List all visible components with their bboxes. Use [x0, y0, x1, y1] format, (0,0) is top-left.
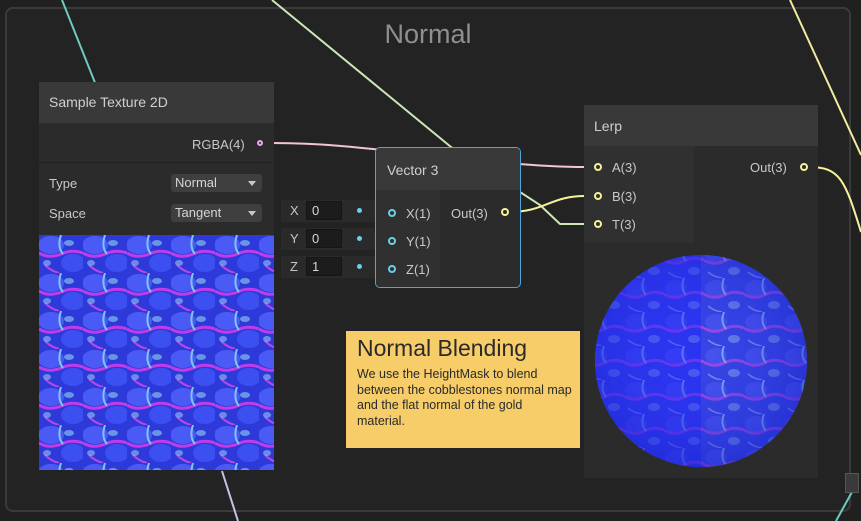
z-field[interactable]: Z 1 — [281, 256, 377, 278]
a-input-port[interactable] — [594, 163, 602, 171]
type-dropdown[interactable]: Normal — [171, 174, 262, 192]
space-label: Space — [49, 206, 86, 221]
x-input-label: X(1) — [406, 206, 431, 221]
lerp-output-label: Out(3) — [750, 160, 787, 175]
normal-map-preview — [39, 235, 274, 470]
y-field-port[interactable] — [357, 236, 362, 241]
a-input-label: A(3) — [612, 160, 637, 175]
x-input-port[interactable] — [388, 209, 396, 217]
space-dropdown[interactable]: Tangent — [171, 204, 262, 222]
z-input-port[interactable] — [388, 265, 396, 273]
vector3-output-port[interactable] — [501, 208, 509, 216]
vector3-node[interactable]: Vector 3 X(1) Y(1) Z(1) Out(3) — [375, 147, 521, 288]
lerp-node[interactable]: Lerp A(3) B(3) T(3) Out(3) — [584, 105, 818, 478]
x-field-port[interactable] — [357, 208, 362, 213]
sample-texture-header[interactable]: Sample Texture 2D — [39, 82, 274, 123]
z-field-port[interactable] — [357, 264, 362, 269]
space-value: Tangent — [175, 205, 222, 220]
lerp-output-port[interactable] — [800, 163, 808, 171]
resize-handle[interactable] — [845, 473, 859, 493]
group-title: Normal — [384, 19, 472, 49]
vector3-output-label: Out(3) — [451, 206, 488, 221]
y-field[interactable]: Y 0 — [281, 228, 377, 250]
sticky-note-body[interactable]: We use the HeightMask to blend between t… — [357, 367, 572, 429]
z-field-input[interactable]: 1 — [306, 257, 342, 276]
rgba-output-port[interactable] — [257, 140, 263, 146]
type-label: Type — [49, 176, 78, 191]
z-field-label: Z — [290, 259, 298, 274]
t-input-label: T(3) — [612, 217, 636, 232]
vector3-header[interactable]: Vector 3 — [376, 148, 520, 190]
sticky-note-title[interactable]: Normal Blending — [357, 335, 569, 362]
y-field-input[interactable]: 0 — [306, 229, 342, 248]
lerp-preview-sphere — [595, 255, 807, 467]
chevron-down-icon — [248, 181, 256, 186]
chevron-down-icon — [248, 211, 256, 216]
divider — [39, 162, 274, 163]
y-input-port[interactable] — [388, 237, 396, 245]
sticky-note[interactable]: Normal Blending We use the HeightMask to… — [346, 331, 580, 448]
type-value: Normal — [175, 175, 217, 190]
z-input-label: Z(1) — [406, 262, 430, 277]
y-field-label: Y — [290, 231, 299, 246]
t-input-port[interactable] — [594, 220, 602, 228]
x-field[interactable]: X 0 — [281, 200, 377, 222]
y-input-label: Y(1) — [406, 234, 431, 249]
b-input-port[interactable] — [594, 192, 602, 200]
sample-texture-node[interactable]: Sample Texture 2D RGBA(4) Type Normal Sp… — [39, 82, 274, 470]
x-field-label: X — [290, 203, 299, 218]
x-field-input[interactable]: 0 — [306, 201, 342, 220]
b-input-label: B(3) — [612, 189, 637, 204]
rgba-output-label: RGBA(4) — [192, 137, 245, 152]
lerp-header[interactable]: Lerp — [584, 105, 818, 146]
